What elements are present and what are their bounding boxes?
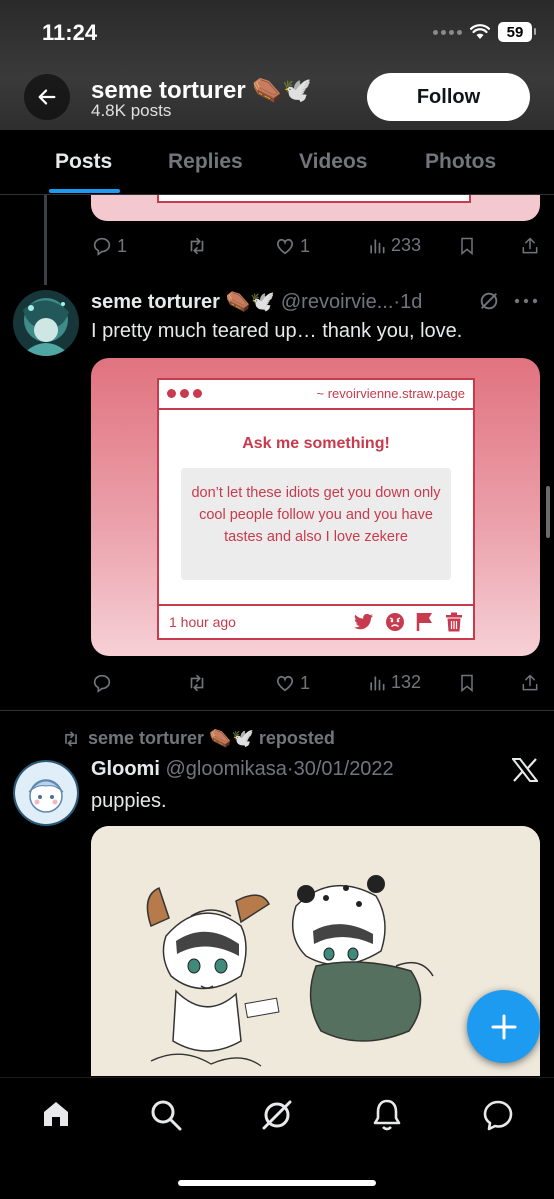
- author-handle[interactable]: @gloomikasa: [165, 758, 286, 780]
- post-text: puppies.: [91, 790, 167, 812]
- status-icons: 59: [433, 22, 536, 42]
- tab-replies[interactable]: Replies: [168, 150, 243, 174]
- ask-url: ~ revoirvienne.straw.page: [316, 386, 465, 401]
- bookmark-button[interactable]: [457, 672, 477, 694]
- ask-title: Ask me something!: [242, 435, 390, 452]
- reply-button[interactable]: 1: [91, 235, 127, 257]
- share-icon: [522, 237, 538, 254]
- tab-photos[interactable]: Photos: [425, 150, 496, 174]
- post-header: Gloomi @gloomikasa·30/01/2022: [91, 758, 394, 781]
- like-count: 1: [300, 235, 311, 256]
- views-button[interactable]: 132: [367, 672, 421, 693]
- signal-icon: [433, 29, 462, 35]
- previous-post-card[interactable]: [91, 195, 540, 221]
- thread-line: [44, 195, 47, 285]
- ask-footer: 1 hour ago: [159, 604, 473, 638]
- views-count: 132: [391, 672, 422, 692]
- repost-label: seme torturer ⚰️🕊️ reposted: [60, 728, 335, 749]
- grok-icon[interactable]: [478, 290, 500, 312]
- scroll-indicator[interactable]: [546, 486, 550, 538]
- notifications-bell-icon[interactable]: [371, 1098, 403, 1132]
- repost-icon: [190, 674, 204, 692]
- ask-window: ~ revoirvienne.straw.page Ask me somethi…: [157, 378, 475, 640]
- like-button[interactable]: 1: [274, 235, 310, 257]
- grok-icon[interactable]: [260, 1098, 294, 1132]
- messages-icon[interactable]: [481, 1098, 515, 1132]
- x-logo-icon: [512, 758, 538, 782]
- ask-time: 1 hour ago: [169, 614, 236, 630]
- tab-posts[interactable]: Posts: [55, 150, 112, 174]
- reply-icon: [93, 674, 111, 693]
- window-dots-icon: [167, 389, 202, 398]
- wifi-icon: [470, 24, 490, 39]
- author-name[interactable]: seme torturer ⚰️🕊️: [91, 291, 275, 313]
- views-button[interactable]: 233: [367, 235, 421, 256]
- post-actions: 1 132: [91, 672, 540, 698]
- reply-button[interactable]: [91, 672, 113, 694]
- ask-icons: [354, 612, 463, 632]
- status-time: 11:24: [42, 20, 98, 45]
- ask-message: don’t let these idiots get you down only…: [181, 468, 451, 580]
- tab-videos[interactable]: Videos: [299, 150, 367, 174]
- bookmark-icon: [461, 237, 473, 256]
- share-icon: [522, 674, 538, 691]
- arrow-left-icon: [38, 89, 56, 105]
- home-indicator[interactable]: [178, 1180, 376, 1186]
- angry-face-icon: [386, 613, 404, 631]
- post-text: I pretty much teared up… thank you, love…: [91, 320, 463, 342]
- views-icon: [370, 238, 385, 253]
- repost-icon: [190, 237, 204, 255]
- back-button[interactable]: [24, 74, 70, 120]
- search-icon[interactable]: [149, 1098, 183, 1132]
- post-time: ·1d: [393, 291, 423, 313]
- avatar-image: [13, 290, 79, 356]
- avatar[interactable]: [13, 290, 79, 356]
- plus-icon: [491, 1014, 516, 1039]
- reply-icon: [93, 237, 111, 256]
- views-icon: [370, 675, 385, 690]
- avatar-image: [15, 762, 77, 824]
- heart-icon: [276, 675, 294, 692]
- avatar[interactable]: [13, 760, 79, 826]
- reply-count: 1: [117, 235, 128, 256]
- active-tab-indicator: [49, 189, 120, 193]
- heart-icon: [276, 238, 294, 255]
- like-count: 1: [300, 672, 311, 693]
- ask-card-image[interactable]: ~ revoirvienne.straw.page Ask me somethi…: [91, 358, 540, 656]
- author-handle[interactable]: @revoirvie...: [281, 291, 394, 313]
- views-count: 233: [391, 235, 422, 255]
- repost-button[interactable]: [186, 235, 208, 257]
- post-time: ·30/01/2022: [286, 758, 394, 780]
- share-button[interactable]: [520, 672, 540, 694]
- home-icon[interactable]: [40, 1098, 72, 1130]
- ask-topbar: ~ revoirvienne.straw.page: [159, 380, 473, 410]
- bookmark-button[interactable]: [457, 235, 477, 257]
- like-button[interactable]: 1: [274, 672, 310, 694]
- follow-button[interactable]: Follow: [367, 73, 530, 121]
- repost-button[interactable]: [186, 672, 208, 694]
- previous-post-actions: 1 1 233: [91, 235, 540, 261]
- post-divider: [0, 710, 554, 711]
- flag-icon: [416, 613, 432, 631]
- profile-tabs: Posts Replies Videos Photos: [0, 130, 554, 195]
- repost-text: seme torturer ⚰️🕊️ reposted: [88, 728, 335, 748]
- author-name[interactable]: Gloomi: [91, 758, 160, 780]
- profile-post-count: 4.8K posts: [91, 101, 172, 120]
- bookmark-icon: [461, 674, 473, 693]
- share-button[interactable]: [520, 235, 540, 257]
- trash-icon: [446, 612, 462, 632]
- repost-icon: [65, 731, 77, 746]
- twitter-bird-icon: [354, 613, 373, 630]
- compose-button[interactable]: [467, 990, 540, 1063]
- more-icon[interactable]: [514, 297, 538, 305]
- battery-icon: 59: [498, 22, 536, 42]
- post-header: seme torturer ⚰️🕊️ @revoirvie...·1d: [91, 289, 422, 314]
